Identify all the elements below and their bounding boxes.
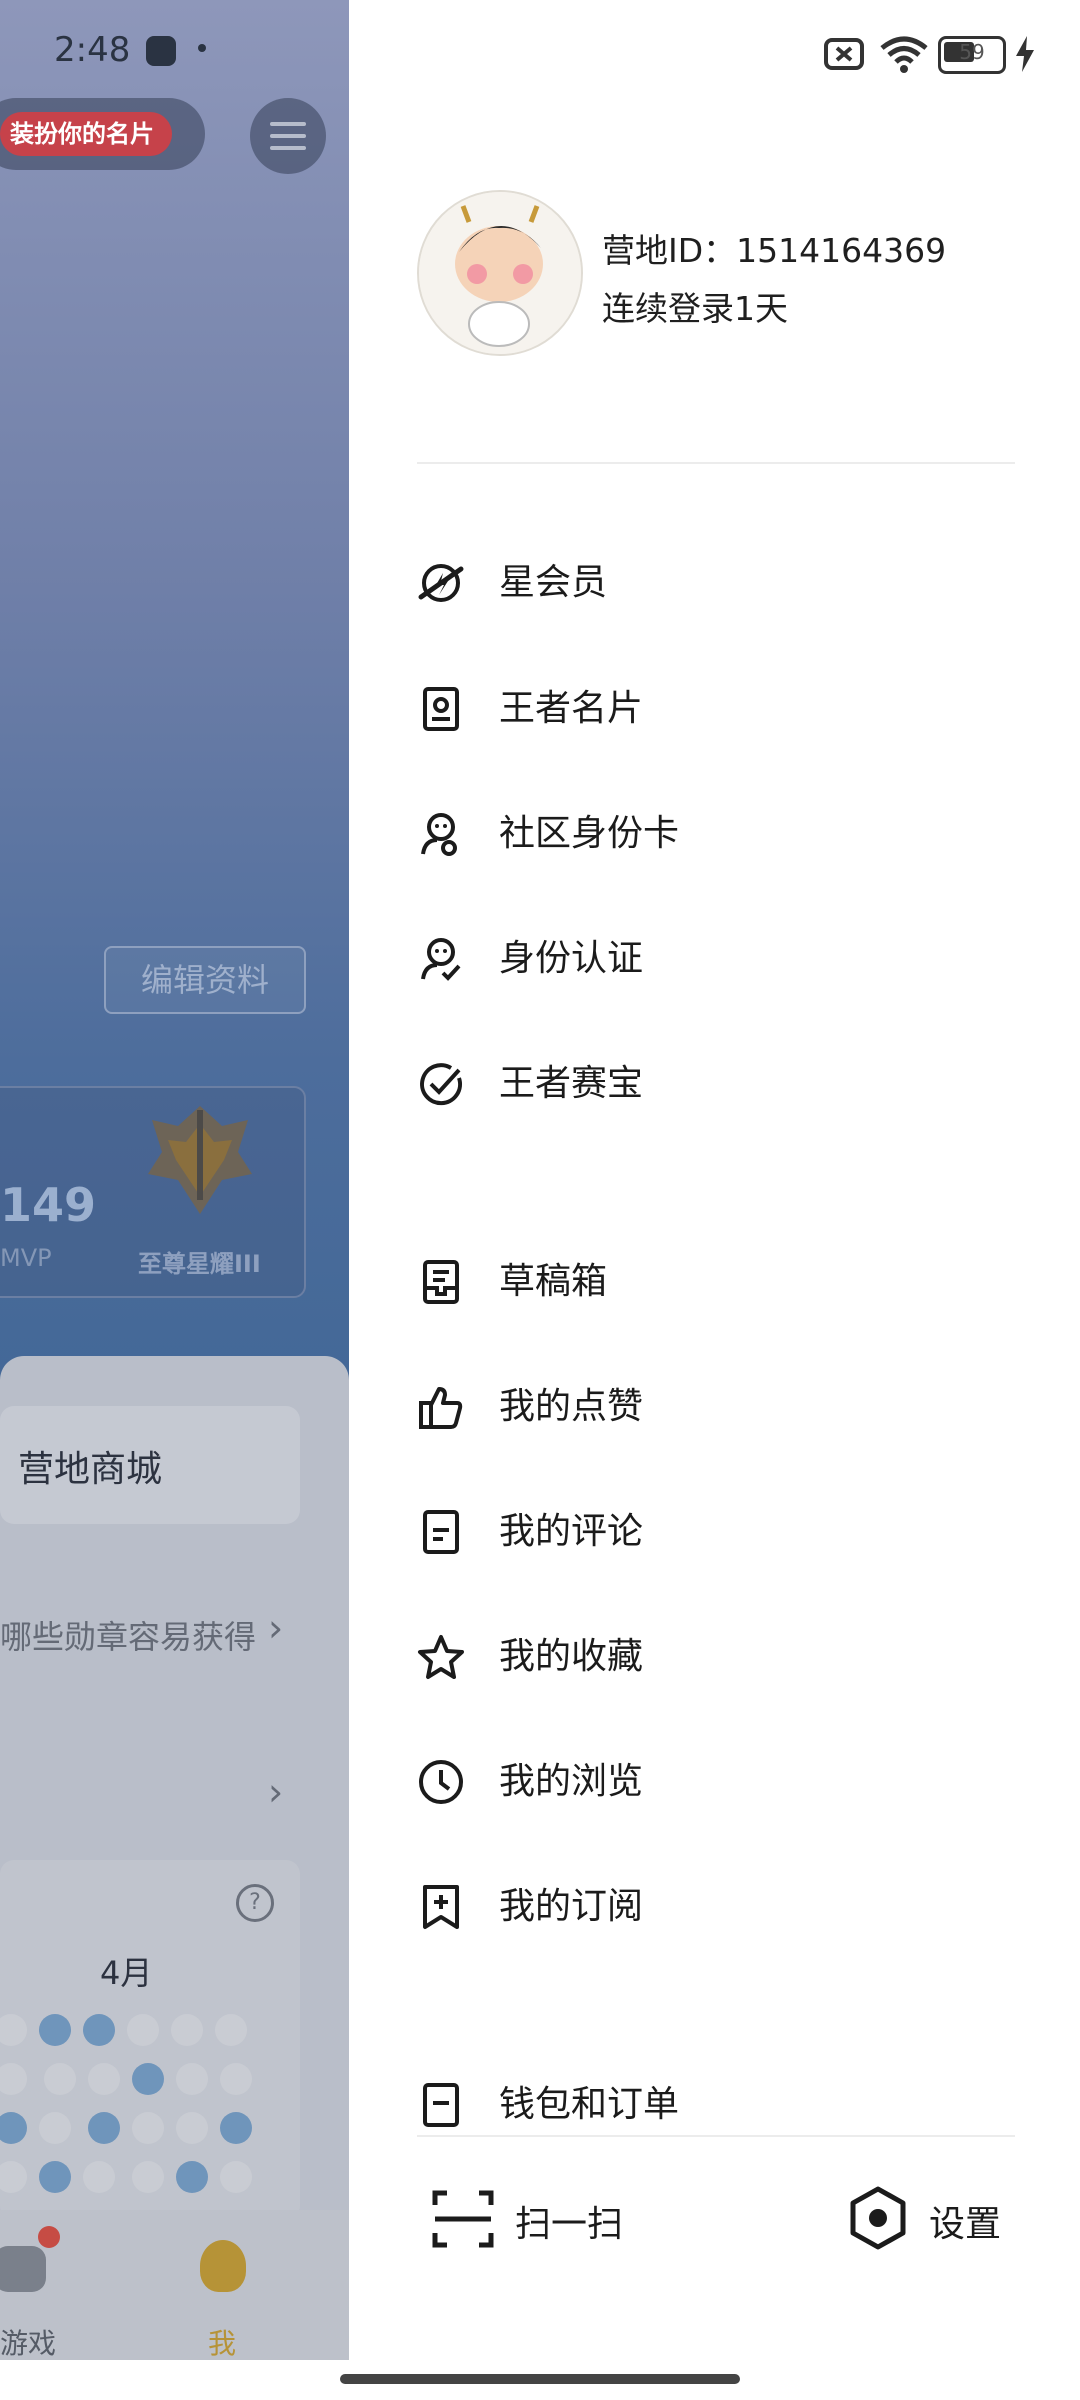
no-sim-icon bbox=[824, 38, 864, 70]
wallet-icon bbox=[423, 2083, 459, 2127]
menu-item-saibao[interactable]: 王者赛宝 bbox=[417, 1034, 1015, 1134]
check-circle-icon bbox=[420, 1063, 463, 1106]
menu-label: 我的订阅 bbox=[499, 1886, 644, 1927]
star-member-icon bbox=[418, 564, 464, 602]
menu-label: 我的点赞 bbox=[499, 1386, 644, 1427]
menu-item-my-history[interactable]: 我的浏览 bbox=[417, 1732, 1015, 1832]
menu-item-wallet[interactable]: 钱包和订单 bbox=[417, 2055, 1015, 2135]
edit-profile-button[interactable]: 编辑资料 bbox=[104, 946, 306, 1014]
chevron-right-icon: › bbox=[268, 1770, 284, 1814]
stat-value: 149 bbox=[0, 1178, 97, 1232]
rank-emblem-icon bbox=[148, 1106, 252, 1214]
scan-button[interactable]: 扫一扫 bbox=[431, 2187, 623, 2251]
settings-label: 设置 bbox=[929, 2204, 1002, 2245]
rank-label: 至尊星耀III bbox=[138, 1250, 261, 1278]
star-icon bbox=[418, 1635, 464, 1679]
red-dot-badge bbox=[38, 2226, 60, 2248]
status-time: 2:48 bbox=[54, 30, 131, 70]
avatar[interactable] bbox=[417, 190, 583, 356]
menu-label: 我的收藏 bbox=[499, 1636, 644, 1677]
calendar-month: 4月 bbox=[100, 1954, 153, 1992]
stat-label: MVP bbox=[0, 1244, 52, 1272]
menu-label: 我的评论 bbox=[499, 1511, 644, 1552]
clock-icon bbox=[419, 1760, 463, 1804]
charging-icon bbox=[1016, 36, 1034, 72]
mall-label: 营地商城 bbox=[18, 1449, 163, 1490]
hamburger-menu-button[interactable] bbox=[250, 98, 326, 174]
wifi-icon bbox=[880, 36, 928, 73]
scan-label: 扫一扫 bbox=[515, 2204, 624, 2245]
menu-item-star-member[interactable]: 星会员 bbox=[417, 533, 1015, 633]
menu-label: 星会员 bbox=[499, 562, 608, 603]
menu-item-drafts[interactable]: 草稿箱 bbox=[417, 1232, 1015, 1332]
menu-label: 王者赛宝 bbox=[499, 1063, 644, 1104]
namecard-icon bbox=[423, 687, 459, 731]
menu-label: 草稿箱 bbox=[499, 1261, 608, 1302]
background-app-profile[interactable]: 2:48 装扮你的名片 编辑资料 149 MVP 至尊星耀III 营地商城 哪些… bbox=[0, 0, 349, 2360]
battery-icon: 59 bbox=[938, 36, 1006, 74]
help-icon[interactable]: ? bbox=[236, 1884, 274, 1922]
shield-icon bbox=[146, 36, 176, 66]
drafts-icon bbox=[423, 1260, 459, 1304]
thumbs-up-icon bbox=[419, 1387, 463, 1429]
menu-item-my-comments[interactable]: 我的评论 bbox=[417, 1482, 1015, 1582]
menu-label: 王者名片 bbox=[499, 688, 644, 729]
login-streak: 连续登录1天 bbox=[602, 289, 788, 328]
nav-game-label[interactable]: 游戏 bbox=[0, 2322, 56, 2360]
menu-label: 身份认证 bbox=[499, 938, 644, 979]
gesture-bar[interactable] bbox=[340, 2374, 740, 2384]
divider bbox=[417, 2135, 1015, 2137]
notification-dot-icon bbox=[198, 44, 206, 52]
medal-hint-text[interactable]: 哪些勋章容易获得 bbox=[0, 1612, 256, 1658]
drawer-bottom-bar: 扫一扫 设置 bbox=[349, 2135, 1080, 2360]
menu-label: 社区身份卡 bbox=[499, 813, 680, 854]
bookmark-plus-icon bbox=[423, 1885, 459, 1929]
menu-item-namecard[interactable]: 王者名片 bbox=[417, 659, 1015, 759]
menu-item-my-likes[interactable]: 我的点赞 bbox=[417, 1357, 1015, 1457]
camp-id: 营地ID：1514164369 bbox=[602, 231, 947, 270]
menu-label: 钱包和订单 bbox=[499, 2084, 680, 2125]
side-drawer: 59 营地ID：1514164369 连续登录1天 星会员 王者名片 社区身份卡… bbox=[349, 0, 1080, 2360]
identity-verify-icon bbox=[421, 938, 461, 981]
avatar-image bbox=[419, 192, 581, 354]
dress-card-badge[interactable]: 装扮你的名片 bbox=[0, 112, 172, 156]
menu-item-community-id[interactable]: 社区身份卡 bbox=[417, 784, 1015, 884]
system-status-icons: 59 bbox=[822, 34, 1052, 74]
menu-label: 我的浏览 bbox=[499, 1761, 644, 1802]
chevron-right-icon: › bbox=[268, 1606, 284, 1650]
gear-icon bbox=[850, 2186, 906, 2250]
community-id-icon bbox=[421, 813, 457, 856]
divider bbox=[417, 462, 1015, 464]
battery-level: 59 bbox=[959, 40, 985, 64]
menu-item-my-favorites[interactable]: 我的收藏 bbox=[417, 1607, 1015, 1707]
user-icon[interactable] bbox=[200, 2240, 246, 2292]
comment-doc-icon bbox=[423, 1510, 459, 1554]
menu-item-my-subscriptions[interactable]: 我的订阅 bbox=[417, 1857, 1015, 1957]
gamepad-icon[interactable] bbox=[0, 2246, 46, 2292]
menu-item-identity-verify[interactable]: 身份认证 bbox=[417, 909, 1015, 1009]
scan-icon bbox=[432, 2190, 494, 2248]
settings-button[interactable]: 设置 bbox=[845, 2185, 1001, 2251]
nav-me-label[interactable]: 我 bbox=[208, 2322, 236, 2360]
